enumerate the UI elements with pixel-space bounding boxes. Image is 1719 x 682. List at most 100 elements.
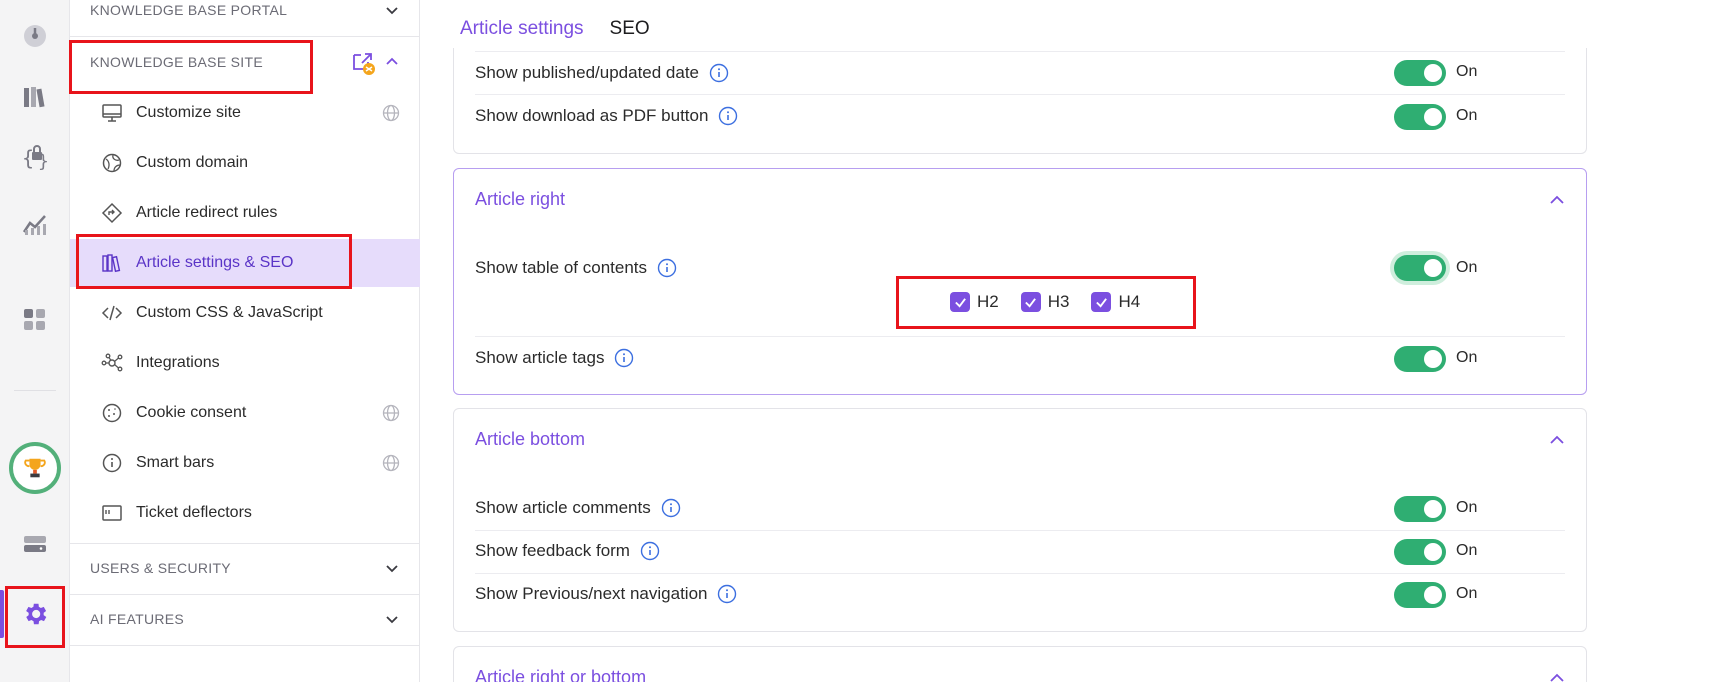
card-title[interactable]: Article right or bottom [475, 667, 646, 682]
sidebar-item-article-settings-seo[interactable]: Article settings & SEO [70, 239, 420, 287]
icon-rail: {} [0, 0, 70, 682]
info-icon[interactable] [717, 584, 737, 604]
card-title[interactable]: Article right [475, 189, 565, 210]
info-icon[interactable] [614, 348, 634, 368]
sidebar-item-label: Customize site [136, 104, 241, 121]
redirect-icon [100, 201, 124, 225]
sidebar-item-ticket-deflectors[interactable]: Ticket deflectors [70, 489, 420, 537]
apps-icon[interactable] [0, 296, 70, 344]
info-icon[interactable] [661, 498, 681, 518]
row-label: Show download as PDF button [475, 106, 709, 125]
toggle-state: On [1456, 259, 1478, 276]
info-icon[interactable] [709, 63, 729, 83]
trophy-icon[interactable] [0, 440, 70, 496]
chevron-down-icon [386, 7, 398, 15]
sidebar-item-custom-css-js[interactable]: Custom CSS & JavaScript [70, 289, 420, 337]
chevron-down-icon [386, 616, 398, 624]
sidebar-item-smart-bars[interactable]: Smart bars [70, 439, 420, 487]
toggle-toc[interactable] [1394, 255, 1446, 281]
storage-icon[interactable] [0, 520, 70, 568]
section-kb-site-label: KNOWLEDGE BASE SITE [90, 54, 263, 70]
checkbox-h4[interactable]: H4 [1091, 292, 1140, 312]
books-icon [100, 251, 124, 275]
settings-sidebar: KNOWLEDGE BASE PORTAL KNOWLEDGE BASE SIT… [70, 0, 420, 682]
sidebar-item-label: Article redirect rules [136, 204, 278, 221]
checkbox-h3[interactable]: H3 [1020, 292, 1069, 312]
section-ai-features[interactable]: AI FEATURES [70, 595, 420, 643]
globe-icon [382, 104, 400, 122]
toc-heading-checkboxes: H2 H3 H4 [950, 292, 1140, 312]
section-ai-features-label: AI FEATURES [90, 611, 185, 627]
toggle-prev-next-nav[interactable] [1394, 582, 1446, 608]
sidebar-item-label: Ticket deflectors [136, 504, 252, 521]
sidebar-item-label: Integrations [136, 354, 220, 371]
row-label: Show published/updated date [475, 63, 700, 82]
monitor-icon [100, 101, 124, 125]
api-lock-icon[interactable]: {} [0, 133, 70, 181]
sidebar-item-cookie-consent[interactable]: Cookie consent [70, 389, 420, 437]
globe-icon [382, 454, 400, 472]
section-kb-portal[interactable]: KNOWLEDGE BASE PORTAL [70, 0, 420, 34]
settings-tabs: Article settings SEO [460, 18, 650, 40]
checkbox-h2[interactable]: H2 [950, 292, 999, 312]
dashboard-icon[interactable] [0, 12, 70, 60]
toggle-state: On [1456, 585, 1478, 602]
ticket-icon [100, 501, 124, 525]
toggle-feedback-form[interactable] [1394, 539, 1446, 565]
sidebar-item-label: Custom domain [136, 154, 249, 171]
divider [70, 36, 420, 37]
external-link-icon[interactable] [350, 49, 376, 75]
toggle-state: On [1456, 542, 1478, 559]
toggle-article-comments[interactable] [1394, 496, 1446, 522]
info-icon[interactable] [657, 258, 677, 278]
integrations-icon [100, 351, 124, 375]
article-right-or-bottom-card: Article right or bottom [453, 646, 1587, 682]
sidebar-item-article-redirect-rules[interactable]: Article redirect rules [70, 189, 420, 237]
library-icon[interactable] [0, 73, 70, 121]
article-top-card: Show published/updated date On Show down… [453, 48, 1587, 154]
section-users-security[interactable]: USERS & SECURITY [70, 544, 420, 592]
sidebar-item-label: Article settings & SEO [136, 254, 294, 271]
row-label: Show article comments [475, 498, 651, 517]
section-users-security-label: USERS & SECURITY [90, 560, 231, 576]
checkbox-label: H4 [1118, 292, 1141, 311]
divider [70, 645, 420, 646]
sidebar-item-customize-site[interactable]: Customize site [70, 89, 420, 137]
info-icon[interactable] [640, 541, 660, 561]
chevron-up-icon[interactable] [1548, 669, 1566, 682]
chevron-up-icon[interactable] [1548, 191, 1566, 209]
article-right-card: Article right Show table of contents On … [453, 168, 1587, 395]
checkbox-checked-icon [1091, 292, 1112, 312]
section-kb-site[interactable]: KNOWLEDGE BASE SITE [70, 38, 420, 86]
toggle-download-pdf[interactable] [1394, 104, 1446, 130]
tab-article-settings[interactable]: Article settings [460, 18, 584, 40]
sidebar-item-label: Smart bars [136, 454, 215, 471]
toggle-published-date[interactable] [1394, 60, 1446, 86]
tab-seo[interactable]: SEO [610, 18, 650, 40]
section-kb-portal-label: KNOWLEDGE BASE PORTAL [90, 2, 288, 18]
toggle-state: On [1456, 349, 1478, 366]
chevron-up-icon[interactable] [1548, 431, 1566, 449]
article-bottom-card: Article bottom Show article comments On … [453, 408, 1587, 632]
row-label: Show table of contents [475, 258, 648, 277]
info-icon[interactable] [718, 106, 738, 126]
analytics-icon[interactable] [0, 200, 70, 248]
cookie-icon [100, 401, 124, 425]
sidebar-item-label: Cookie consent [136, 404, 247, 421]
domain-icon [100, 151, 124, 175]
sidebar-item-label: Custom CSS & JavaScript [136, 304, 323, 321]
sidebar-item-integrations[interactable]: Integrations [70, 339, 420, 387]
chevron-down-icon [386, 565, 398, 573]
toggle-state: On [1456, 63, 1478, 80]
info-icon [100, 451, 124, 475]
rail-divider [14, 390, 56, 391]
toggle-state: On [1456, 107, 1478, 124]
toggle-article-tags[interactable] [1394, 346, 1446, 372]
toggle-state: On [1456, 499, 1478, 516]
card-title[interactable]: Article bottom [475, 429, 585, 450]
code-icon [100, 301, 124, 325]
sidebar-item-custom-domain[interactable]: Custom domain [70, 139, 420, 187]
checkbox-checked-icon [1020, 292, 1041, 312]
row-label: Show article tags [475, 348, 605, 367]
settings-gear-icon[interactable] [0, 590, 70, 638]
